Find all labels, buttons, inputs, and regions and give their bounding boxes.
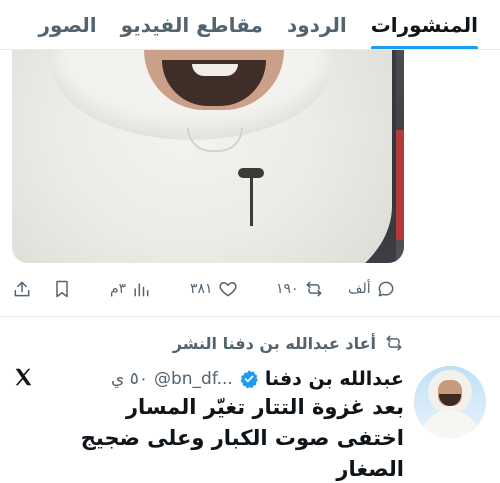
media-smile [192, 64, 238, 76]
x-logo-icon [12, 366, 36, 390]
heart-icon [218, 282, 237, 297]
author-name[interactable]: عبدالله بن دفنا [265, 368, 404, 390]
post-header: عبدالله بن دفنا @bn_df... ٥٠ ي [111, 366, 404, 392]
tab-videos-label: مقاطع الفيديو [120, 12, 263, 37]
tab-photos-label: الصور [38, 12, 97, 37]
profile-tabs: المنشورات الردود مقاطع الفيديو الصور [0, 0, 500, 50]
post-time[interactable]: ٥٠ ي [111, 369, 148, 389]
repost-indicator-text: أعاد عبدالله بن دفنا النشر [172, 333, 376, 353]
tab-posts-label: المنشورات [370, 12, 478, 37]
reply-icon [378, 281, 394, 297]
post-divider [0, 316, 500, 317]
post-text-line: اختفى صوت الكبار وعلى ضجيج [80, 426, 404, 450]
tab-replies[interactable]: الردود [275, 0, 359, 49]
reply-button[interactable]: ألف [348, 274, 396, 304]
views-icon [134, 283, 149, 297]
tab-photos[interactable]: الصور [27, 0, 109, 49]
repost-indicator[interactable]: أعاد عبدالله بن دفنا النشر [173, 330, 404, 356]
tab-replies-label: الردود [286, 12, 347, 37]
share-button[interactable] [12, 274, 32, 304]
verified-badge [239, 369, 259, 389]
post-text-line: الصغار [336, 457, 404, 481]
reply-count: ألف [348, 281, 371, 297]
bookmark-icon [56, 280, 68, 298]
repost-button[interactable]: ١٩٠ [276, 274, 324, 304]
views-count: ٣م [110, 281, 127, 297]
like-button[interactable]: ٣٨١ [190, 274, 238, 304]
tab-posts[interactable]: المنشورات [359, 0, 490, 49]
repost-count: ١٩٠ [276, 281, 299, 297]
verified-icon [240, 370, 258, 389]
repost-icon [306, 281, 321, 297]
avatar[interactable] [414, 366, 486, 438]
repost-icon [386, 335, 402, 351]
media-tassel-cord [250, 176, 253, 226]
post-text-line: بعد غزوة التتار تغيّر المسار [125, 395, 404, 419]
share-icon [14, 281, 30, 297]
media-seat-strip [396, 130, 404, 240]
active-tab-indicator [370, 45, 478, 49]
bookmark-button[interactable] [52, 274, 72, 304]
post-media-video[interactable] [12, 50, 404, 263]
views-button[interactable]: ٣م [110, 274, 151, 304]
like-count: ٣٨١ [190, 281, 213, 297]
author-handle[interactable]: @bn_df... [154, 369, 233, 389]
post-action-bar: ٣م ٣٨١ ١٩٠ ألف [0, 274, 500, 304]
tab-videos[interactable]: مقاطع الفيديو [109, 0, 275, 49]
post-text: بعد غزوة التتار تغيّر المسار اختفى صوت ا… [14, 392, 404, 483]
